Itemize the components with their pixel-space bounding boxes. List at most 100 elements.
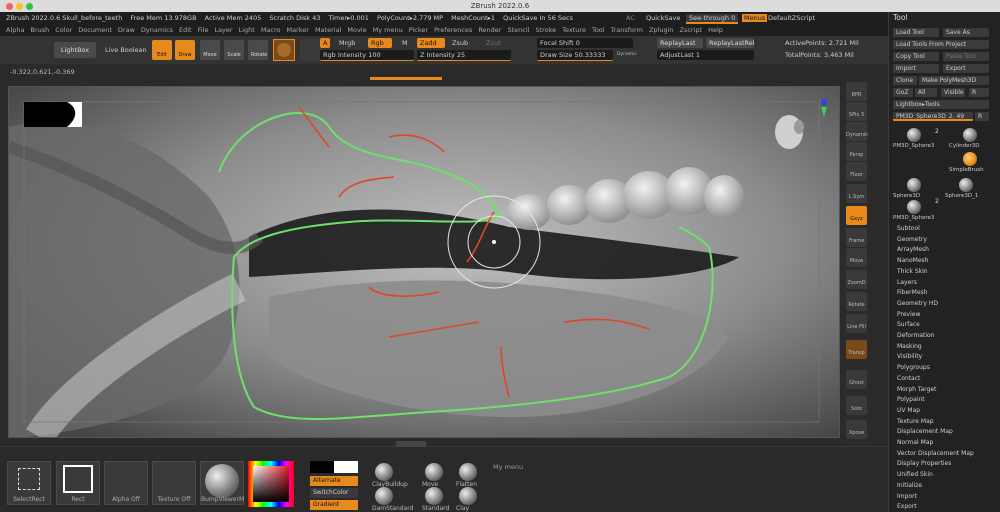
subpalette-export[interactable]: Export xyxy=(897,502,917,512)
color-picker-square[interactable] xyxy=(253,466,289,502)
tool-thumb[interactable]: PM3D_Sphere3 xyxy=(893,200,941,222)
brush-claybuildup[interactable]: ClayBuildup xyxy=(372,463,412,488)
tool-save-as-button[interactable]: Save As xyxy=(943,28,989,37)
subpalette-masking[interactable]: Masking xyxy=(897,342,922,353)
subpalette-display-properties[interactable]: Display Properties xyxy=(897,459,951,470)
menu-stencil[interactable]: Stencil xyxy=(507,26,529,34)
menu-document[interactable]: Document xyxy=(78,26,112,34)
default-zscript[interactable]: DefaultZScript xyxy=(768,12,815,24)
material-swatch[interactable] xyxy=(273,39,295,61)
menu-movie[interactable]: Movie xyxy=(347,26,366,34)
tool-visible-button[interactable]: Visible xyxy=(941,88,965,97)
shelf-slot-bumpviewerm[interactable]: BumpViewerM xyxy=(200,461,244,505)
subpalette-surface[interactable]: Surface xyxy=(897,320,920,331)
menu-alpha[interactable]: Alpha xyxy=(6,26,24,34)
dock-move-button[interactable]: Move xyxy=(846,248,867,267)
dock-gxyz-button[interactable]: Gxyz xyxy=(846,206,867,225)
dock-transp-button[interactable]: Transp xyxy=(846,340,867,359)
dock-l-sym-button[interactable]: L.Sym xyxy=(846,184,867,203)
subpalette-displacement-map[interactable]: Displacement Map xyxy=(897,427,953,438)
subpalette-visibility[interactable]: Visibility xyxy=(897,352,922,363)
tool-thumb[interactable]: Cylinder3D xyxy=(949,128,997,150)
texture-swatch[interactable] xyxy=(300,39,322,61)
menu-stroke[interactable]: Stroke xyxy=(535,26,556,34)
color-swatches[interactable] xyxy=(310,461,358,473)
menu-light[interactable]: Light xyxy=(239,26,255,34)
shelf-slot-selectrect[interactable]: SelectRect xyxy=(7,461,51,505)
subpalette-subtool[interactable]: Subtool xyxy=(897,224,920,235)
brush-clay[interactable]: Clay xyxy=(456,487,496,512)
focal-shift-slider[interactable]: Focal Shift 0 xyxy=(537,38,633,48)
menu-file[interactable]: File xyxy=(198,26,209,34)
subpalette-import[interactable]: Import xyxy=(897,492,917,503)
tool-thumb[interactable]: PM3D_Sphere3 xyxy=(893,128,941,150)
zoom-window-button[interactable] xyxy=(26,3,33,10)
replay-last-button[interactable]: ReplayLast xyxy=(657,38,703,48)
move-mode-button[interactable]: Move xyxy=(200,40,220,60)
edit-mode-button[interactable]: Edit xyxy=(152,40,172,60)
subpalette-layers[interactable]: Layers xyxy=(897,278,917,289)
zsub-button[interactable]: Zsub xyxy=(449,38,471,48)
dock-dynamic-button[interactable]: Dynamic xyxy=(846,122,868,141)
menu-texture[interactable]: Texture xyxy=(562,26,586,34)
shelf-slot-rect[interactable]: Rect xyxy=(56,461,100,505)
menu-draw[interactable]: Draw xyxy=(118,26,135,34)
menu-macro[interactable]: Macro xyxy=(261,26,281,34)
menu-help[interactable]: Help xyxy=(708,26,723,34)
subpalette-vector-displacement-map[interactable]: Vector Displacement Map xyxy=(897,449,974,460)
tool-make-polymesh3d-button[interactable]: Make PolyMesh3D xyxy=(919,76,989,85)
subpalette-polygroups[interactable]: Polygroups xyxy=(897,363,930,374)
dock-floor-button[interactable]: Floor xyxy=(846,162,867,181)
rgb-button[interactable]: Rgb xyxy=(368,38,392,48)
subpalette-fibermesh[interactable]: FiberMesh xyxy=(897,288,927,299)
dock-line-fill-polyf-button[interactable]: Line Fill PolyF xyxy=(846,314,867,357)
subpalette-arraymesh[interactable]: ArrayMesh xyxy=(897,245,929,256)
tool-r-button[interactable]: R xyxy=(969,88,989,97)
dock-zoomd-button[interactable]: ZoomD xyxy=(846,270,867,289)
subpalette-geometry[interactable]: Geometry xyxy=(897,235,927,246)
menu-dynamics[interactable]: Dynamics xyxy=(141,26,173,34)
dock-bpr-button[interactable]: BPR xyxy=(846,82,867,101)
subpalette-initialize[interactable]: Initialize xyxy=(897,481,922,492)
subpalette-contact[interactable]: Contact xyxy=(897,374,920,385)
minimize-window-button[interactable] xyxy=(16,3,23,10)
ac-label[interactable]: AC xyxy=(626,12,635,24)
menu-preferences[interactable]: Preferences xyxy=(434,26,472,34)
live-boolean-button[interactable]: Live Boolean xyxy=(102,45,150,55)
menu-transform[interactable]: Transform xyxy=(611,26,643,34)
tool-all-button[interactable]: All xyxy=(915,88,937,97)
menu-layer[interactable]: Layer xyxy=(214,26,232,34)
shelf-slot-alpha-off[interactable]: Alpha Off xyxy=(104,461,148,505)
scale-mode-button[interactable]: Scale xyxy=(224,40,244,60)
bottom-expand-handle[interactable] xyxy=(396,441,426,447)
z-intensity-slider[interactable]: Z Intensity 25 xyxy=(417,50,511,61)
menu-brush[interactable]: Brush xyxy=(30,26,49,34)
dock-rotate-button[interactable]: Rotate xyxy=(846,292,867,311)
dock-ghost-button[interactable]: Ghost xyxy=(846,370,867,389)
zadd-button[interactable]: Zadd xyxy=(417,38,445,48)
tool-thumb[interactable]: Sphere3D_1 xyxy=(945,178,993,200)
draw-mode-button[interactable]: Draw xyxy=(175,40,195,60)
subpalette-morph-target[interactable]: Morph Target xyxy=(897,385,936,396)
see-through-slider[interactable]: See-through 0 xyxy=(686,14,739,24)
quicksave-button[interactable]: QuickSave xyxy=(646,12,680,24)
switch-color-button[interactable]: SwitchColor xyxy=(310,488,358,498)
top-scroll-handle[interactable] xyxy=(370,77,442,80)
menu-edit[interactable]: Edit xyxy=(179,26,192,34)
subpalette-normal-map[interactable]: Normal Map xyxy=(897,438,933,449)
menu-render[interactable]: Render xyxy=(478,26,501,34)
zcut-button[interactable]: Zcut xyxy=(483,38,504,48)
tool-pm3d-sphere3d-2-49-button[interactable]: PM3D_Sphere3D_2. 49 xyxy=(893,112,973,121)
subpalette-nanomesh[interactable]: NanoMesh xyxy=(897,256,928,267)
rotate-mode-button[interactable]: Rotate xyxy=(248,40,268,60)
tool-lightbox-tools-button[interactable]: Lightbox▸Tools xyxy=(893,100,989,109)
subpalette-unified-skin[interactable]: Unified Skin xyxy=(897,470,933,481)
mrgb-button[interactable]: Mrgb xyxy=(336,38,358,48)
tool-load-tool-button[interactable]: Load Tool xyxy=(893,28,939,37)
gradient-button[interactable]: Gradient xyxy=(310,500,358,510)
rgb-intensity-slider[interactable]: Rgb Intensity 100 xyxy=(320,50,414,61)
dock-xpose-button[interactable]: Xpose xyxy=(846,420,867,439)
tool-copy-tool-button[interactable]: Copy Tool xyxy=(893,52,939,61)
menu-picker[interactable]: Picker xyxy=(409,26,428,34)
subpalette-polypaint[interactable]: Polypaint xyxy=(897,395,925,406)
